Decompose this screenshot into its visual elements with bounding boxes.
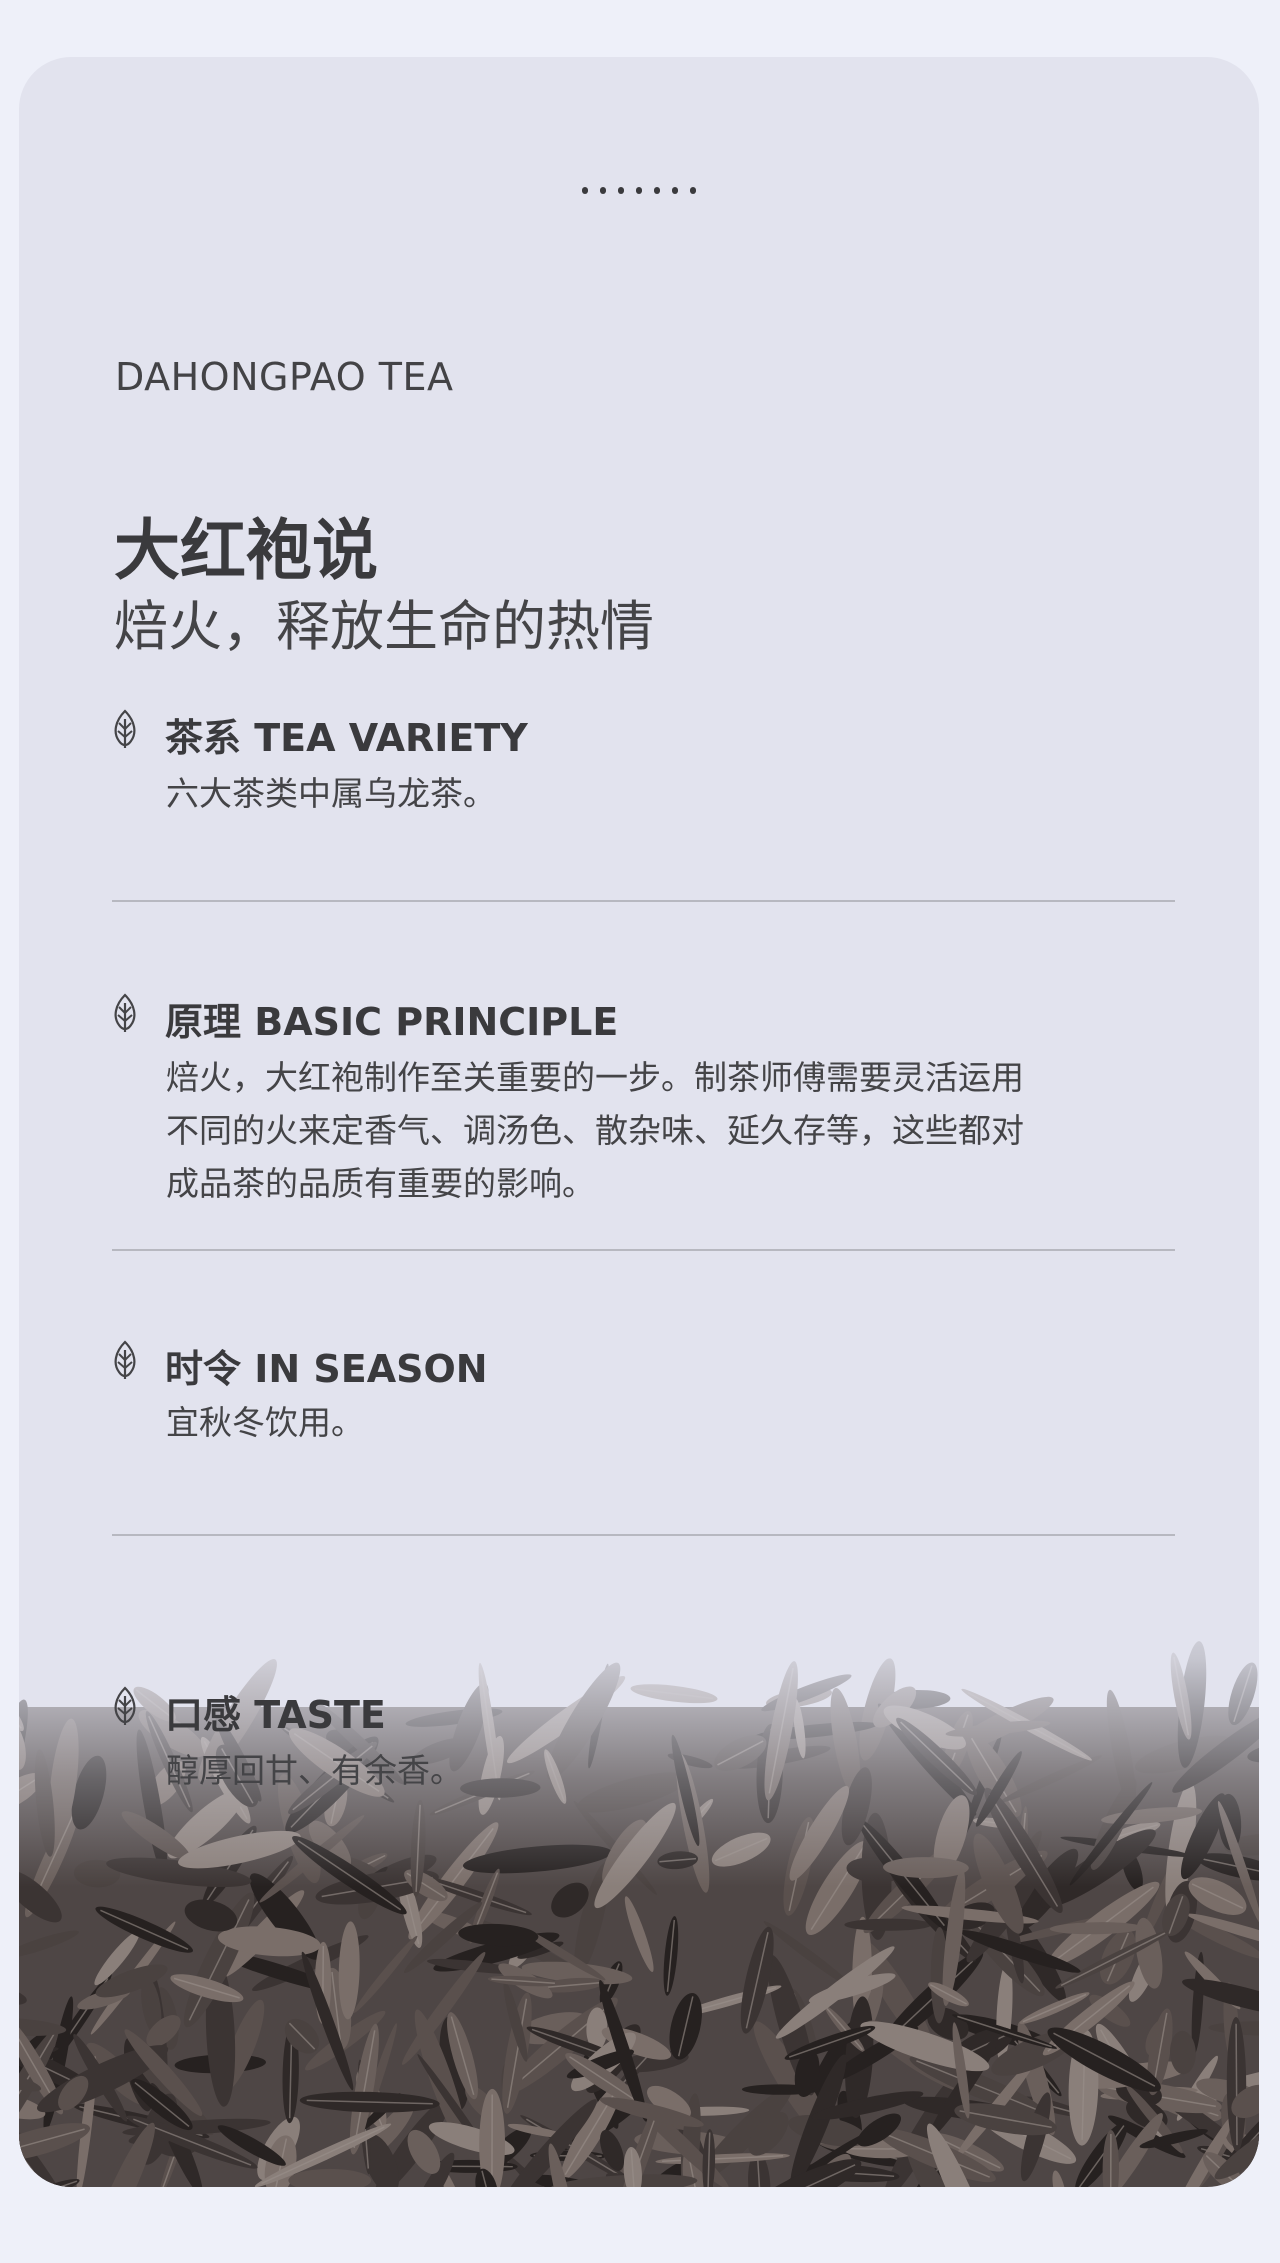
section-header: 茶系 TEA VARIETY <box>111 705 1171 760</box>
tagline: 焙火，释放生命的热情 <box>114 595 654 658</box>
tea-card: DAHONGPAO TEA 大红袍说 焙火，释放生命的热情 茶系 TEA VAR… <box>19 57 1259 2187</box>
section-taste: 口感 TASTE 醇厚回甘、有余香。 <box>111 1682 1171 1790</box>
section-title: 时令 IN SEASON <box>165 1347 488 1391</box>
page-title: 大红袍说 <box>114 512 378 589</box>
subtitle-en: DAHONGPAO TEA <box>115 355 454 399</box>
leaf-icon <box>114 1340 136 1379</box>
section-header: 原理 BASIC PRINCIPLE <box>111 989 1171 1044</box>
dot-indicator <box>19 187 1259 199</box>
dot <box>653 187 661 194</box>
section-body: 焙火，大红袍制作至关重要的一步。制茶师傅需要灵活运用 不同的火来定香气、调汤色、… <box>166 1051 1166 1210</box>
section-header: 时令 IN SEASON <box>111 1336 1171 1391</box>
dot <box>671 187 679 194</box>
body-line: 不同的火来定香气、调汤色、散杂味、延久存等，这些都对 <box>166 1111 1024 1150</box>
tea-leaves-image <box>19 1587 1259 2187</box>
section-title: 原理 BASIC PRINCIPLE <box>165 1000 619 1044</box>
dot <box>689 187 697 194</box>
section-tea-variety: 茶系 TEA VARIETY 六大茶类中属乌龙茶。 <box>111 705 1171 813</box>
section-title: 茶系 TEA VARIETY <box>165 716 528 760</box>
divider <box>112 1249 1175 1251</box>
dot <box>617 187 625 194</box>
section-body: 醇厚回甘、有余香。 <box>166 1751 463 1790</box>
dot <box>581 187 589 194</box>
dot <box>635 187 643 194</box>
leaf-icon <box>114 709 136 748</box>
section-basic-principle: 原理 BASIC PRINCIPLE 焙火，大红袍制作至关重要的一步。制茶师傅需… <box>111 989 1171 1203</box>
section-in-season: 时令 IN SEASON 宜秋冬饮用。 <box>111 1336 1171 1442</box>
divider <box>112 1534 1175 1536</box>
leaf-icon <box>114 1686 136 1725</box>
section-body: 六大茶类中属乌龙茶。 <box>166 774 496 813</box>
section-title: 口感 TASTE <box>165 1693 386 1737</box>
section-body: 宜秋冬饮用。 <box>166 1403 364 1442</box>
body-line: 成品茶的品质有重要的影响。 <box>166 1164 595 1203</box>
divider <box>112 900 1175 902</box>
leaf-icon <box>114 993 136 1032</box>
section-header: 口感 TASTE <box>111 1682 1171 1737</box>
body-line: 焙火，大红袍制作至关重要的一步。制茶师傅需要灵活运用 <box>166 1058 1024 1097</box>
dot <box>599 187 607 194</box>
